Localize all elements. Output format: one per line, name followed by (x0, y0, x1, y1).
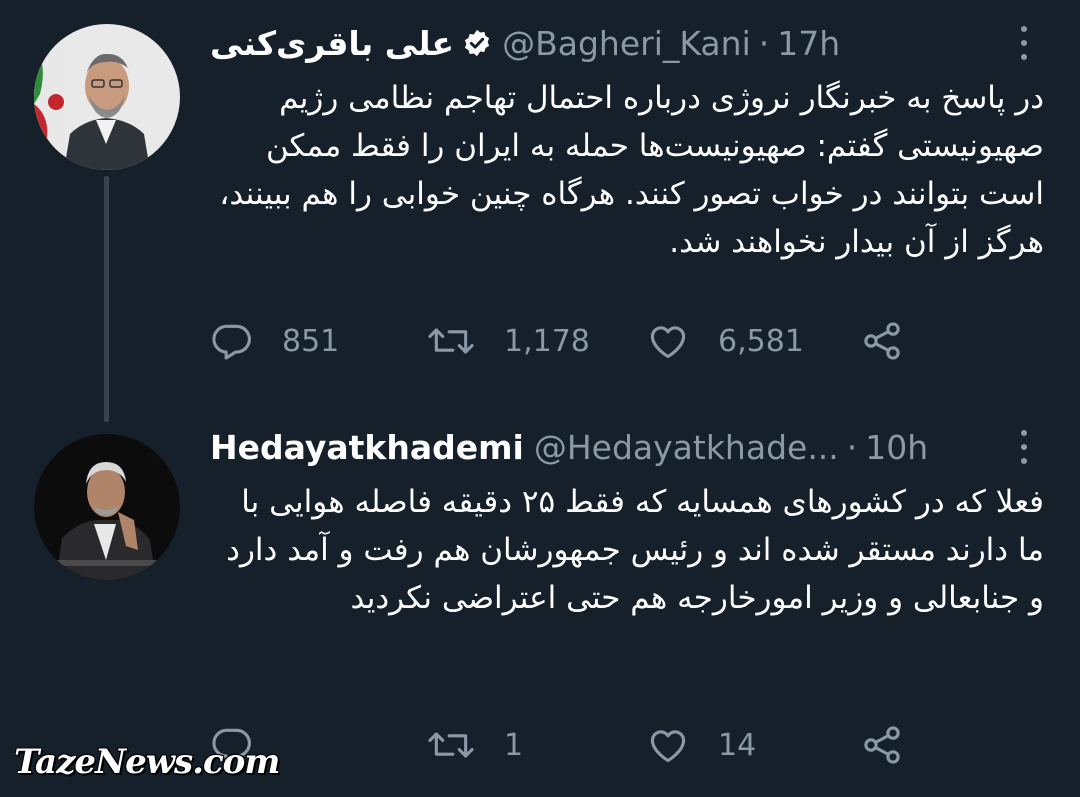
avatar[interactable] (34, 24, 180, 170)
reply-button[interactable]: 851 (210, 316, 339, 366)
retweet-count: 1 (504, 727, 524, 763)
reply-count: 851 (282, 323, 340, 359)
heart-icon (650, 326, 686, 359)
like-button[interactable]: 6,581 (646, 316, 804, 366)
tweet-1-header: علی باقری‌کنی @Bagheri_Kani · 17h (210, 20, 1020, 66)
like-count: 14 (718, 727, 757, 763)
like-count: 6,581 (718, 323, 804, 359)
tweet-2-actions: 1 14 (210, 720, 930, 770)
display-name[interactable]: Hedayatkhademi (210, 428, 524, 467)
retweet-button[interactable]: 1,178 (426, 316, 590, 366)
watermark: TazeNews.com (14, 742, 280, 782)
tweet-text: در پاسخ به خبرنگار نروژی درباره احتمال ت… (219, 80, 1044, 260)
timestamp[interactable]: 10h (865, 428, 928, 467)
avatar-photo (34, 24, 180, 170)
retweet-count: 1,178 (504, 323, 590, 359)
retweet-icon (428, 732, 474, 758)
tweet-1-actions: 851 1,178 6,581 (210, 316, 930, 366)
separator-dot: · (846, 427, 858, 467)
retweet-button[interactable]: 1 (426, 720, 523, 770)
tweet-text: فعلا که در کشورهای همسایه که فقط ۲۵ دقیق… (226, 484, 1044, 616)
more-options-icon[interactable] (1018, 430, 1030, 464)
heart-icon (650, 730, 686, 763)
verified-badge-icon (462, 28, 492, 58)
separator-dot: · (758, 23, 770, 63)
user-handle[interactable]: @Hedayatkhade... (534, 428, 839, 467)
share-button[interactable] (860, 720, 904, 770)
avatar-photo (34, 434, 180, 580)
reply-icon (212, 324, 251, 360)
share-icon (864, 726, 900, 764)
thread-connector-line (104, 176, 109, 422)
like-button[interactable]: 14 (646, 720, 756, 770)
more-options-icon[interactable] (1018, 26, 1030, 60)
timestamp[interactable]: 17h (777, 24, 840, 63)
share-button[interactable] (860, 316, 904, 366)
user-handle[interactable]: @Bagheri_Kani (502, 24, 751, 63)
display-name[interactable]: علی باقری‌کنی (210, 24, 454, 63)
retweet-icon (428, 328, 474, 354)
avatar[interactable] (34, 434, 180, 580)
tweet-2-header: Hedayatkhademi @Hedayatkhade... · 10h (210, 424, 1020, 470)
share-icon (864, 322, 900, 360)
